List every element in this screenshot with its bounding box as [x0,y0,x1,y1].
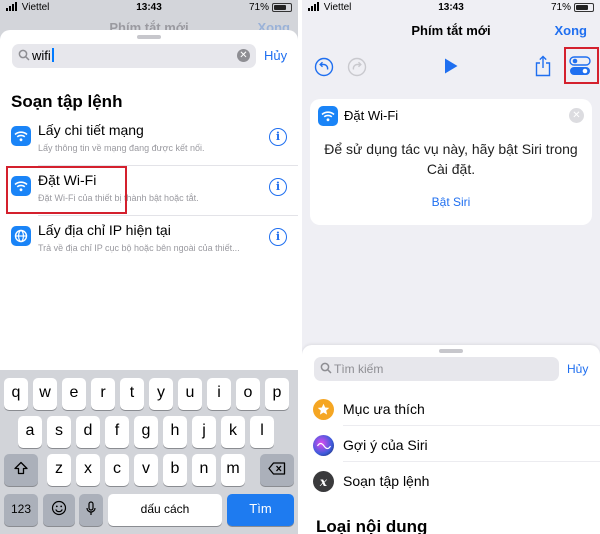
key-y[interactable]: y [149,378,173,410]
numbers-key[interactable]: 123 [4,494,38,526]
done-button[interactable]: Xong [555,23,588,38]
key-r[interactable]: r [91,378,115,410]
microphone-icon [86,501,96,515]
key-z[interactable]: z [47,454,71,486]
result-title: Lấy địa chỉ IP hiện tại [38,222,171,238]
search-icon [18,49,30,61]
key-i[interactable]: i [207,378,231,410]
library-item-label: Mục ưa thích [343,401,425,417]
key-s[interactable]: s [47,416,71,448]
key-k[interactable]: k [221,416,245,448]
key-m[interactable]: m [221,454,245,486]
key-o[interactable]: o [236,378,260,410]
siri-icon [313,435,334,456]
backspace-key[interactable] [260,454,294,486]
sheet-grabber[interactable] [439,349,463,353]
keyboard: q w e r t y u i o p a s d f g h j k l z … [0,370,298,534]
key-x[interactable]: x [76,454,100,486]
dictation-key[interactable] [79,494,103,526]
key-l[interactable]: l [250,416,274,448]
star-icon [313,399,334,420]
search-field[interactable]: wifi ✕ [12,44,256,68]
left-screen: Viettel 13:43 71% Phím tắt mới Xong wifi… [0,0,298,534]
emoji-key[interactable] [43,494,75,526]
key-q[interactable]: q [4,378,28,410]
library-cancel-button[interactable]: Hủy [567,362,588,376]
library-item-favorites[interactable]: Mục ưa thích [302,394,600,426]
result-subtitle: Trả về địa chỉ IP cục bộ hoặc bên ngoài … [38,243,240,253]
section-title: Soạn tập lệnh [11,92,123,111]
key-g[interactable]: g [134,416,158,448]
key-f[interactable]: f [105,416,129,448]
cancel-search-button[interactable]: Hủy [264,48,287,63]
key-a[interactable]: a [18,416,42,448]
action-library-sheet: Hủy Mục ưa thích Gợi ý của Siri x Soạn t… [302,345,600,534]
key-j[interactable]: j [192,416,216,448]
text-cursor [51,48,54,62]
shift-key[interactable] [4,454,38,486]
undo-icon[interactable] [314,57,334,77]
key-n[interactable]: n [192,454,216,486]
key-p[interactable]: p [265,378,289,410]
status-bar: Viettel 13:43 71% [302,0,600,16]
battery-icon [574,3,594,12]
right-screen: Viettel 13:43 71% Phím tắt mới Xong Đặt … [302,0,600,534]
key-t[interactable]: t [120,378,144,410]
content-types-heading: Loại nội dung [316,517,428,534]
result-subtitle: Lấy thông tin về mạng đang được kết nối. [38,143,205,153]
play-icon[interactable] [443,57,459,75]
space-key[interactable]: dấu cách [108,494,222,526]
key-w[interactable]: w [33,378,57,410]
key-d[interactable]: d [76,416,100,448]
globe-icon [11,226,31,246]
action-card-title: Đặt Wi-Fi [344,108,399,123]
highlight-box-settings-toggle [564,47,599,84]
wifi-icon [11,126,31,146]
search-go-key[interactable]: Tìm [227,494,294,526]
battery-percent: 71% [248,2,269,13]
info-icon[interactable]: i [269,228,287,246]
key-v[interactable]: v [134,454,158,486]
search-input-value: wifi [32,48,51,63]
library-search-input[interactable] [334,360,554,378]
info-icon[interactable]: i [269,178,287,196]
library-item-label: Gợi ý của Siri [343,437,428,453]
battery-icon [272,3,292,12]
clear-icon[interactable]: ✕ [237,49,250,62]
enable-siri-link[interactable]: Bật Siri [310,195,592,209]
info-icon[interactable]: i [269,128,287,146]
highlight-box-set-wifi [6,166,127,214]
key-h[interactable]: h [163,416,187,448]
redo-icon[interactable] [347,57,367,77]
library-item-siri-suggestions[interactable]: Gợi ý của Siri [302,430,600,462]
set-wifi-action-card: Đặt Wi-Fi ✕ Để sử dụng tác vụ này, hãy b… [310,99,592,225]
share-icon[interactable] [535,55,551,77]
script-icon: x [313,471,334,492]
siri-required-message: Để sử dụng tác vụ này, hãy bật Siri tron… [324,141,578,177]
key-e[interactable]: e [62,378,86,410]
library-search-field[interactable] [314,357,559,381]
battery-percent: 71% [550,2,571,13]
result-get-network-details[interactable]: Lấy chi tiết mạng Lấy thông tin về mạng … [0,116,298,166]
search-icon [320,362,332,374]
library-item-scripting[interactable]: x Soạn tập lệnh [302,466,600,498]
key-b[interactable]: b [163,454,187,486]
library-item-label: Soạn tập lệnh [343,473,430,489]
wifi-icon [318,106,338,126]
emoji-icon [51,500,67,516]
result-title: Lấy chi tiết mạng [38,122,144,138]
key-c[interactable]: c [105,454,129,486]
backspace-icon [268,462,286,475]
key-u[interactable]: u [178,378,202,410]
result-get-current-ip[interactable]: Lấy địa chỉ IP hiện tại Trả về địa chỉ I… [0,216,298,266]
sheet-grabber[interactable] [137,35,161,39]
status-bar: Viettel 13:43 71% [0,0,298,16]
remove-action-icon[interactable]: ✕ [569,108,584,123]
shift-icon [14,461,28,475]
